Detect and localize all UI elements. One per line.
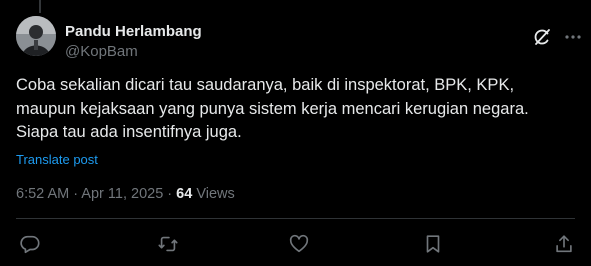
translate-post-link[interactable]: Translate post <box>16 152 98 167</box>
tweet-text: Coba sekalian dicari tau saudaranya, bai… <box>16 74 576 145</box>
share-icon[interactable] <box>553 233 575 255</box>
like-icon[interactable] <box>288 233 310 255</box>
divider <box>16 218 575 219</box>
tweet-meta: 6:52 AM · Apr 11, 2025 · 64 Views <box>16 186 235 202</box>
more-icon[interactable] <box>563 27 583 47</box>
grok-icon[interactable] <box>532 27 552 47</box>
avatar[interactable] <box>16 16 56 56</box>
tweet-time[interactable]: 6:52 AM <box>16 186 69 202</box>
meta-separator: · <box>69 186 82 202</box>
thread-connector-line <box>39 0 41 13</box>
tweet-text-line: maupun kejaksaan yang punya sistem kerja… <box>16 99 529 118</box>
tweet-text-line: Siapa tau ada insentifnya juga. <box>16 123 242 141</box>
reply-icon[interactable] <box>19 233 41 255</box>
author-name[interactable]: Pandu Herlambang <box>65 23 202 40</box>
views-label: Views <box>192 186 235 202</box>
meta-separator: · <box>163 186 177 202</box>
author-handle[interactable]: @KopBam <box>65 43 138 60</box>
repost-icon[interactable] <box>157 233 179 255</box>
tweet-text-line: Coba sekalian dicari tau saudaranya, bai… <box>16 76 515 94</box>
views-count: 64 <box>176 186 193 202</box>
bookmark-icon[interactable] <box>422 233 444 255</box>
tweet-date[interactable]: Apr 11, 2025 <box>81 186 163 202</box>
